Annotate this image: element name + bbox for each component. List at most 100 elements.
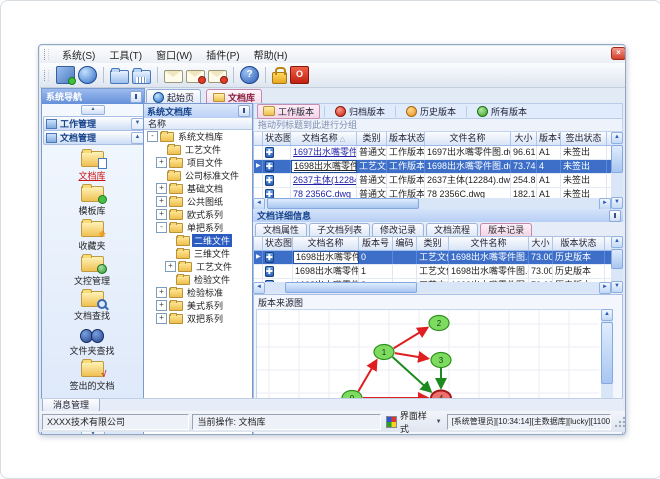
expand-icon[interactable]: + (156, 209, 167, 220)
pin-icon[interactable] (238, 105, 250, 117)
expand-icon[interactable]: + (156, 183, 167, 194)
details-tab-0[interactable]: 文档属性 (255, 223, 308, 237)
column-header-6[interactable]: 版本号 (537, 132, 561, 145)
scroll-up-icon[interactable]: ▲ (601, 309, 613, 321)
document-table-hscrollbar[interactable]: ◄ ► (253, 197, 611, 210)
scroll-thumb[interactable] (267, 198, 419, 209)
scroll-thumb[interactable] (601, 322, 613, 384)
tree-item-13[interactable]: + 美式系列 (144, 299, 250, 312)
expand-icon[interactable]: + (156, 287, 167, 298)
table-row-1[interactable]: ▶✚1698出水嘴零件图.dwg工艺文件工作版本1698出水嘴零件图.dwg73… (254, 160, 612, 174)
expand-icon[interactable]: + (156, 300, 167, 311)
expand-icon[interactable]: + (156, 196, 167, 207)
tree-item-5[interactable]: + 公共图纸 (144, 195, 250, 208)
tree-item-8[interactable]: 二维文件 (144, 234, 250, 247)
tree-item-14[interactable]: + 双把系列 (144, 312, 250, 325)
tree-item-9[interactable]: 三维文件 (144, 247, 250, 260)
column-header-0[interactable]: 状态图 (263, 132, 291, 145)
scroll-left-icon[interactable]: ◄ (253, 281, 265, 294)
menu-item-4[interactable]: 帮助(H) (247, 50, 295, 63)
scroll-thumb[interactable] (285, 282, 417, 293)
column-header-2[interactable]: 类别 (357, 132, 387, 145)
lock-icon[interactable] (272, 66, 287, 84)
filter-button-1[interactable]: 归档版本 (329, 104, 391, 119)
column-header-7[interactable]: 版本状态 (553, 237, 605, 250)
sidebar-item-2[interactable]: ★ 收藏夹 (42, 216, 142, 251)
filter-button-3[interactable]: 所有版本 (471, 104, 533, 119)
collapse-icon[interactable]: - (147, 131, 158, 142)
column-header-3[interactable]: 编码 (393, 237, 417, 250)
details-tab-3[interactable]: 文档流程 (426, 223, 479, 237)
sidebar-item-3[interactable]: 文控管理 (42, 251, 142, 286)
chevron-up-icon[interactable]: ▲ (81, 104, 105, 115)
sidebar-panel-1[interactable]: 文档管理 ▲ (43, 130, 147, 145)
screen-icon[interactable] (56, 66, 76, 85)
version-table-hscrollbar[interactable]: ◄ ► (253, 281, 611, 294)
expand-icon[interactable]: + (156, 313, 167, 324)
scroll-up-icon[interactable]: ▲ (611, 236, 623, 248)
scroll-down-icon[interactable]: ▼ (611, 281, 623, 293)
drag-handle-icon[interactable] (44, 49, 49, 60)
column-header-4[interactable]: 类别 (417, 237, 449, 250)
scroll-down-icon[interactable]: ▼ (611, 197, 623, 209)
column-header-3[interactable]: 版本状态 (387, 132, 425, 145)
table-row-2[interactable]: ✚2637主体(12284).dwg普通文档工作版本2637主体(12284).… (254, 174, 612, 188)
tree-item-11[interactable]: 检验文件 (144, 273, 250, 286)
column-header-1[interactable]: 文档名称 (293, 237, 359, 250)
mail-alert-icon[interactable] (208, 70, 228, 84)
group-by-bar[interactable]: 拖动列标题到此进行分组 (253, 119, 623, 132)
tree-item-10[interactable]: + 工艺文件 (144, 260, 250, 273)
expand-icon[interactable]: + (156, 157, 167, 168)
sidebar-item-6[interactable]: √ 签出的文档 (42, 356, 142, 391)
tree-item-6[interactable]: + 欧式系列 (144, 208, 250, 221)
filter-button-2[interactable]: 历史版本 (400, 104, 462, 119)
details-tab-1[interactable]: 子文档列表 (309, 223, 371, 237)
scroll-up-icon[interactable]: ▲ (611, 132, 623, 144)
scroll-left-icon[interactable]: ◄ (253, 197, 265, 210)
column-header-5[interactable]: 文件名称 (449, 237, 529, 250)
column-header-5[interactable]: 大小 (511, 132, 537, 145)
mail-icon[interactable] (164, 70, 183, 83)
tree-item-3[interactable]: 公司标准文件 (144, 169, 250, 182)
tree-item-2[interactable]: + 项目文件 (144, 156, 250, 169)
sidebar-item-5[interactable]: 文件夹查找 (42, 321, 142, 356)
column-header-1[interactable]: 文档名称 △ (291, 132, 357, 145)
menu-item-0[interactable]: 系统(S) (55, 50, 102, 63)
filter-button-0[interactable]: 工作版本 (257, 103, 321, 119)
pin-icon[interactable] (130, 90, 142, 103)
table-row-0[interactable]: ▶✚1698出水嘴零件图.dwg0工艺文件1698出水嘴零件图.dwg73.00… (254, 251, 612, 265)
column-header-6[interactable]: 大小 (529, 237, 553, 250)
tab-1[interactable]: 文档库 (206, 89, 263, 104)
document-name-link[interactable]: 1698出水嘴零件图.dwg (294, 161, 356, 171)
sidebar-panel-0[interactable]: 工作管理 ▼ (43, 116, 147, 131)
details-tab-4[interactable]: 版本记录 (480, 223, 533, 237)
scroll-thumb[interactable] (611, 145, 623, 173)
menu-item-1[interactable]: 工具(T) (102, 50, 149, 63)
document-table-vscrollbar[interactable]: ▲ ▼ (611, 132, 623, 209)
tree-item-12[interactable]: + 检验标准 (144, 286, 250, 299)
ui-style-chooser[interactable]: 界面样式 ▼ (384, 409, 444, 435)
pin-icon[interactable] (609, 209, 621, 222)
tree-item-7[interactable]: - 单把系列 (144, 221, 250, 234)
column-header-4[interactable]: 文件名称 (425, 132, 511, 145)
sidebar-item-4[interactable]: 文档查找 (42, 286, 142, 321)
column-header-2[interactable]: 版本号 (359, 237, 393, 250)
version-table-vscrollbar[interactable]: ▲ ▼ (611, 236, 623, 293)
details-tab-2[interactable]: 修改记录 (372, 223, 425, 237)
menu-item-2[interactable]: 窗口(W) (149, 50, 199, 63)
resize-grip[interactable] (614, 416, 625, 427)
sidebar-item-1[interactable]: 模板库 (42, 181, 142, 216)
document-name-link[interactable]: 2637主体(12284).dwg (293, 175, 356, 185)
table-row-0[interactable]: ✚1697出水嘴零件图.dwg普通文档工作版本1697出水嘴零件图.dwg96.… (254, 146, 612, 160)
column-header-7[interactable]: 签出状态 (561, 132, 607, 145)
mail-send-icon[interactable] (186, 70, 206, 84)
tree-item-0[interactable]: - 系统文档库 (144, 130, 250, 143)
folder-grid-icon[interactable] (132, 67, 151, 84)
tree-item-1[interactable]: 工艺文件 (144, 143, 250, 156)
tab-0[interactable]: 起始页 (146, 89, 202, 104)
column-header-0[interactable]: 状态图 (263, 237, 293, 250)
expand-icon[interactable]: + (165, 261, 176, 272)
scroll-right-icon[interactable]: ► (599, 281, 611, 294)
scroll-thumb[interactable] (611, 249, 623, 269)
globe-icon[interactable] (78, 66, 97, 84)
